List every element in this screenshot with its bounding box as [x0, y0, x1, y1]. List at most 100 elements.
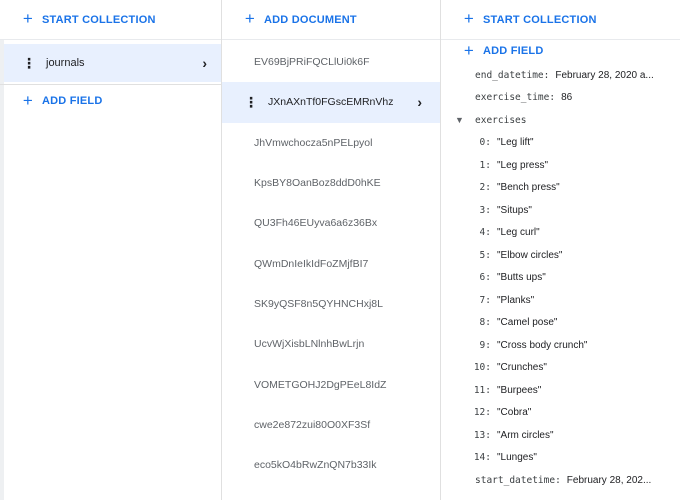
array-index: 6:	[479, 272, 491, 284]
array-item[interactable]: 14: "Lunges"	[441, 447, 680, 470]
array-index: 2:	[479, 182, 491, 194]
array-item[interactable]: 13: "Arm circles"	[441, 424, 680, 447]
start-collection-label: START COLLECTION	[42, 13, 156, 26]
array-index: 14:	[473, 452, 491, 464]
array-value: "Cobra"	[497, 407, 532, 419]
add-field-button[interactable]: + ADD FIELD	[22, 90, 102, 112]
collections-header: + START COLLECTION	[0, 0, 221, 40]
document-id: VOMETGOHJ2DgPEeL8IdZ	[254, 378, 387, 391]
document-id: SK9yQSF8n5QYHNCHxj8L	[254, 297, 383, 310]
plus-icon: +	[244, 9, 256, 28]
array-value: "Leg curl"	[497, 227, 540, 239]
more-vert-icon[interactable]: ⋮	[22, 56, 36, 70]
plus-icon: +	[22, 90, 34, 110]
array-value: "Arm circles"	[497, 429, 554, 441]
document-item[interactable]: KpsBY8OanBoz8ddD0hKE	[222, 163, 440, 203]
array-index: 3:	[479, 204, 491, 216]
document-list: EV69BjPRiFQCLlUi0k6F ⋮ JXnAXnTf0FGscEMRnVh…	[222, 42, 440, 485]
array-item[interactable]: 2: "Bench press"	[441, 177, 680, 200]
field-list: end_datetime: February 28, 2020 a... exe…	[441, 64, 680, 492]
array-index: 7:	[479, 294, 491, 306]
document-id: UcvWjXisbLNlnhBwLrjn	[254, 338, 365, 351]
chevron-right-icon: ›	[417, 94, 422, 111]
document-item[interactable]: JhVmwchocza5nPELpyol	[222, 123, 440, 163]
start-collection-button[interactable]: + START COLLECTION	[22, 9, 156, 28]
documents-panel: + ADD DOCUMENT EV69BjPRiFQCLlUi0k6F ⋮ JXnA…	[222, 0, 441, 500]
document-item[interactable]: UcvWjXisbLNlnhBwLrjn	[222, 324, 440, 364]
fields-panel: + START COLLECTION + ADD FIELD end_datet…	[441, 0, 680, 500]
array-index: 5:	[479, 249, 491, 261]
start-collection-label: START COLLECTION	[483, 13, 597, 26]
field-exercise-time[interactable]: exercise_time: 86	[441, 87, 680, 110]
array-item[interactable]: 1: "Leg press"	[441, 154, 680, 177]
document-id: JXnAXnTf0FGscEMRnVhz	[268, 96, 394, 109]
array-index: 1:	[479, 159, 491, 171]
array-value: "Planks"	[497, 294, 535, 306]
document-item[interactable]: SK9yQSF8n5QYHNCHxj8L	[222, 284, 440, 324]
document-item[interactable]: QWmDnIeIkIdFoZMjfBI7	[222, 243, 440, 283]
array-value: "Butts ups"	[497, 272, 546, 284]
document-id: KpsBY8OanBoz8ddD0hKE	[254, 177, 381, 190]
collections-panel: + START COLLECTION ⋮ journals › + ADD FI…	[0, 0, 222, 500]
add-document-label: ADD DOCUMENT	[264, 13, 357, 26]
field-start-datetime[interactable]: start_datetime: February 28, 202...	[441, 469, 680, 492]
array-index: 11:	[473, 384, 491, 396]
plus-icon: +	[463, 9, 475, 28]
array-item[interactable]: 12: "Cobra"	[441, 402, 680, 425]
add-field-label: ADD FIELD	[42, 95, 103, 107]
array-item[interactable]: 4: "Leg curl"	[441, 222, 680, 245]
array-item[interactable]: 10: "Crunches"	[441, 357, 680, 380]
array-item[interactable]: 8: "Camel pose"	[441, 312, 680, 335]
array-value: "Crunches"	[497, 362, 547, 374]
panel-gutter	[0, 40, 4, 500]
start-collection-button[interactable]: + START COLLECTION	[463, 9, 597, 28]
array-index: 10:	[473, 362, 491, 374]
document-id: eco5kO4bRwZnQN7b33Ik	[254, 459, 377, 472]
divider	[0, 84, 221, 85]
document-id: QU3Fh46EUyva6a6z36Bx	[254, 217, 378, 230]
array-value: "Elbow circles"	[497, 249, 563, 261]
document-item[interactable]: cwe2e872zui80O0XF3Sf	[222, 405, 440, 445]
array-value: "Camel pose"	[497, 317, 558, 329]
more-vert-icon[interactable]: ⋮	[244, 95, 258, 109]
array-value: "Lunges"	[497, 452, 537, 464]
document-id: JhVmwchocza5nPELpyol	[254, 136, 373, 149]
array-item[interactable]: 9: "Cross body crunch"	[441, 334, 680, 357]
document-id: cwe2e872zui80O0XF3Sf	[254, 418, 371, 431]
field-value: February 28, 2020 a...	[555, 69, 654, 81]
array-index: 0:	[479, 137, 491, 149]
array-value: "Leg lift"	[497, 137, 534, 149]
field-value: 86	[561, 92, 573, 104]
add-field-button[interactable]: + ADD FIELD	[463, 40, 543, 62]
document-item[interactable]: VOMETGOHJ2DgPEeL8IdZ	[222, 364, 440, 404]
array-item[interactable]: 6: "Butts ups"	[441, 267, 680, 290]
field-key: start_datetime:	[475, 474, 561, 486]
add-document-button[interactable]: + ADD DOCUMENT	[244, 9, 357, 28]
expand-triangle-icon[interactable]: ▼	[455, 115, 464, 125]
document-item[interactable]: ⋮ JXnAXnTf0FGscEMRnVhz ›	[222, 82, 440, 123]
collection-item-journals[interactable]: ⋮ journals ›	[4, 44, 221, 82]
field-key: exercises	[475, 114, 527, 126]
array-item[interactable]: 0: "Leg lift"	[441, 132, 680, 155]
document-item[interactable]: eco5kO4bRwZnQN7b33Ik	[222, 445, 440, 485]
array-index: 8:	[479, 317, 491, 329]
document-item[interactable]: QU3Fh46EUyva6a6z36Bx	[222, 203, 440, 243]
array-index: 12:	[473, 407, 491, 419]
chevron-right-icon: ›	[202, 55, 207, 71]
document-id: QWmDnIeIkIdFoZMjfBI7	[254, 257, 369, 270]
field-end-datetime[interactable]: end_datetime: February 28, 2020 a...	[441, 64, 680, 87]
array-item[interactable]: 7: "Planks"	[441, 289, 680, 312]
array-value: "Leg press"	[497, 159, 549, 171]
plus-icon: +	[22, 9, 34, 28]
array-index: 9:	[479, 339, 491, 351]
array-value: "Cross body crunch"	[497, 339, 588, 351]
array-item[interactable]: 3: "Situps"	[441, 199, 680, 222]
document-id: EV69BjPRiFQCLlUi0k6F	[254, 56, 370, 69]
array-value: "Bench press"	[497, 182, 560, 194]
document-item[interactable]: EV69BjPRiFQCLlUi0k6F	[222, 42, 440, 82]
field-key: exercise_time:	[475, 92, 556, 104]
array-item[interactable]: 11: "Burpees"	[441, 379, 680, 402]
field-exercises[interactable]: ▼ exercises	[441, 109, 680, 132]
array-value: "Situps"	[497, 204, 532, 216]
array-item[interactable]: 5: "Elbow circles"	[441, 244, 680, 267]
